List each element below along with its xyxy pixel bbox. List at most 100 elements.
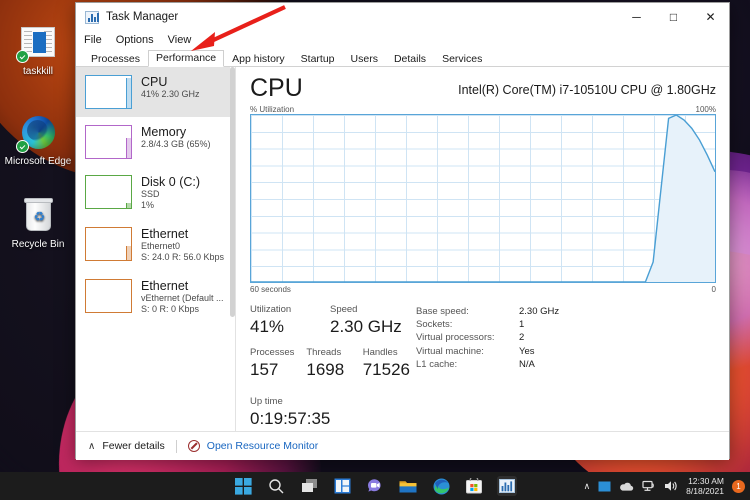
- window-controls: ─ □ ✕: [618, 3, 729, 31]
- stat-value: 157: [250, 360, 279, 379]
- clock[interactable]: 12:30 AM 8/18/2021: [686, 476, 724, 496]
- sidebar-item-label: Disk 0 (C:): [141, 175, 201, 189]
- graph-bottom-axis: 60 seconds 0: [250, 285, 716, 294]
- sidebar-item-memory[interactable]: Memory 2.8/4.3 GB (65%): [76, 117, 235, 167]
- store-icon: [466, 478, 482, 494]
- cpu-stats-details: Base speed: 2.30 GHz Sockets: 1 Virtual …: [416, 303, 716, 430]
- menu-item-view[interactable]: View: [168, 34, 192, 46]
- sidebar-item-label: Ethernet: [141, 279, 189, 293]
- resource-monitor-icon: [187, 440, 200, 452]
- edge-icon: [16, 115, 58, 153]
- sidebar-item-sub: SSD: [141, 189, 160, 199]
- sidebar-item-ethernet-0[interactable]: Ethernet Ethernet0 S: 24.0 R: 56.0 Kbps: [76, 219, 235, 271]
- sidebar-item-sub: 41% 2.30 GHz: [141, 89, 200, 99]
- detail-label: Sockets:: [416, 319, 453, 331]
- detail-label: L1 cache:: [416, 358, 458, 370]
- sidebar-item-sub2: S: 24.0 R: 56.0 Kbps: [141, 252, 225, 262]
- microsoft-store-button[interactable]: [464, 476, 484, 496]
- vethernet-mini-graph: [85, 279, 132, 313]
- stat-handles: Handles 71526: [363, 346, 410, 381]
- task-view-button[interactable]: [299, 476, 319, 496]
- shortcut-check-badge: [16, 140, 29, 153]
- stat-value: 71526: [362, 360, 410, 379]
- detail-label: Virtual machine:: [416, 345, 484, 357]
- minimize-button[interactable]: ─: [618, 3, 655, 31]
- desktop-icon-microsoft-edge[interactable]: Microsoft Edge: [3, 115, 73, 168]
- notification-badge[interactable]: 1: [732, 479, 745, 493]
- detail-value: N/A: [519, 358, 535, 370]
- graph-y-max: 100%: [695, 105, 716, 114]
- sidebar-scrollbar[interactable]: [230, 67, 235, 431]
- window-title: Task Manager: [106, 11, 179, 23]
- tab-app-history[interactable]: App history: [224, 51, 293, 67]
- onedrive-icon[interactable]: [619, 481, 634, 492]
- footer-divider: [175, 439, 177, 453]
- chat-button[interactable]: [365, 476, 385, 496]
- stat-value: 0:19:57:35: [250, 409, 331, 428]
- window-body: CPU 41% 2.30 GHz Memory 2.8/4.3 GB (65%): [76, 67, 729, 431]
- sidebar-item-ethernet-1[interactable]: Ethernet vEthernet (Default ... S: 0 R: …: [76, 271, 235, 323]
- task-manager-icon: [85, 10, 99, 24]
- detail-value: 2: [519, 332, 525, 344]
- open-resource-monitor-link[interactable]: Open Resource Monitor: [207, 440, 318, 452]
- graph-top-axis: % Utilization 100%: [250, 105, 716, 114]
- menu-item-options[interactable]: Options: [116, 34, 154, 46]
- title-bar: Task Manager ─ □ ✕: [76, 3, 729, 31]
- fewer-details-button[interactable]: Fewer details: [102, 440, 164, 452]
- search-button[interactable]: [266, 476, 286, 496]
- cpu-utilization-graph: [250, 114, 716, 283]
- tab-details[interactable]: Details: [386, 51, 434, 67]
- stat-processes: Processes 157: [250, 346, 300, 381]
- graph-y-label: % Utilization: [250, 105, 295, 114]
- volume-icon[interactable]: [664, 480, 678, 492]
- tray-chevron-up-icon[interactable]: ∧: [584, 481, 591, 492]
- resource-list: CPU 41% 2.30 GHz Memory 2.8/4.3 GB (65%): [76, 67, 236, 431]
- desktop-icon-label: taskkill: [22, 66, 53, 77]
- tab-services[interactable]: Services: [434, 51, 490, 67]
- detail-row: Virtual processors: 2: [416, 331, 716, 344]
- stat-utilization: Utilization 41%: [250, 303, 324, 338]
- stat-threads: Threads 1698: [306, 346, 356, 381]
- sidebar-item-cpu[interactable]: CPU 41% 2.30 GHz: [76, 67, 235, 117]
- start-button[interactable]: [233, 476, 253, 496]
- clock-date: 8/18/2021: [686, 486, 724, 496]
- cpu-model: Intel(R) Core(TM) i7-10510U CPU @ 1.80GH…: [458, 83, 716, 97]
- stat-label: Up time: [250, 396, 283, 407]
- memory-mini-graph: [85, 125, 132, 159]
- sidebar-item-label: Ethernet: [141, 227, 189, 241]
- file-explorer-button[interactable]: [398, 476, 418, 496]
- maximize-button[interactable]: □: [655, 3, 692, 31]
- stat-label: Processes: [250, 347, 295, 358]
- desktop-icon-recycle-bin[interactable]: ♻ Recycle Bin: [3, 198, 73, 251]
- tab-performance[interactable]: Performance: [148, 50, 225, 67]
- widgets-button[interactable]: [332, 476, 352, 496]
- document-icon: [16, 25, 58, 63]
- tab-processes[interactable]: Processes: [83, 51, 148, 67]
- close-button[interactable]: ✕: [692, 3, 729, 31]
- tab-users[interactable]: Users: [343, 51, 386, 67]
- sidebar-item-sub: Ethernet0: [141, 241, 181, 251]
- recycle-bin-icon: ♻: [18, 198, 58, 236]
- sidebar-item-disk[interactable]: Disk 0 (C:) SSD 1%: [76, 167, 235, 219]
- system-tray: ∧ 12:30 AM 8/18/2021 1: [584, 476, 745, 496]
- stat-speed: Speed 2.30 GHz: [330, 303, 402, 338]
- detail-value: Yes: [519, 345, 535, 357]
- task-manager-button[interactable]: [497, 476, 517, 496]
- stat-value: 1698: [306, 360, 345, 379]
- stat-value: 2.30 GHz: [330, 317, 402, 336]
- detail-value: 2.30 GHz: [519, 306, 560, 317]
- shortcut-check-badge: [16, 50, 29, 63]
- chevron-up-icon[interactable]: ∧: [88, 441, 95, 452]
- task-view-icon: [301, 479, 317, 492]
- tray-blue-square-icon[interactable]: [598, 481, 611, 492]
- menu-item-file[interactable]: File: [84, 34, 102, 46]
- desktop-icon-taskkill[interactable]: taskkill: [3, 25, 73, 78]
- network-icon[interactable]: [642, 480, 656, 492]
- tab-startup[interactable]: Startup: [293, 51, 343, 67]
- edge-button[interactable]: [431, 476, 451, 496]
- search-icon: [268, 478, 283, 493]
- widgets-icon: [334, 478, 350, 494]
- disk-mini-graph: [85, 175, 132, 209]
- sidebar-scrollbar-thumb[interactable]: [230, 67, 235, 317]
- task-manager-icon: [499, 479, 515, 493]
